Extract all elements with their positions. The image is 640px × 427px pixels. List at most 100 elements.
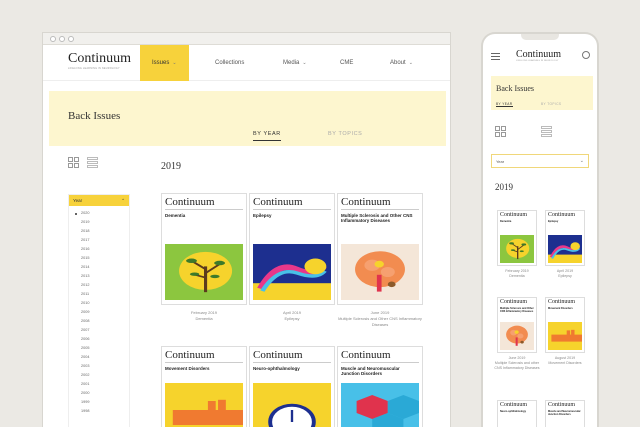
nav-item-issues[interactable]: Issues ⌄ [140, 45, 189, 81]
year-filter: Year ⌃ 2020 2019 2018 2017 2016 2015 2014 2013 2… [68, 194, 130, 427]
mobile-issue-caption[interactable]: August 2019 Movement Disorders [541, 356, 589, 366]
mobile-device: Continuum Lifelong Learning in Neurology… [481, 32, 599, 427]
grid-view-icon[interactable] [495, 126, 506, 137]
year-option[interactable]: 2000 [81, 389, 129, 398]
issue-caption[interactable]: June 2019 Multiple Sclerosis and Other CN… [337, 310, 423, 328]
year-option[interactable]: 2020 [75, 209, 129, 218]
year-option[interactable]: 2019 [81, 218, 129, 227]
year-option[interactable]: 2004 [81, 353, 129, 362]
year-option[interactable]: 2010 [81, 299, 129, 308]
page-banner: Back Issues [49, 91, 446, 146]
year-option[interactable]: 2008 [81, 317, 129, 326]
year-option[interactable]: 2016 [81, 245, 129, 254]
year-option[interactable]: 2011 [81, 290, 129, 299]
cover-art-illustration [548, 235, 582, 263]
issue-cover[interactable]: Continuum Epilepsy [249, 193, 335, 305]
cover-title: Muscle and Neuromuscular Junction Disord… [548, 410, 581, 416]
nav-label: Collections [215, 60, 245, 66]
issue-cover[interactable]: Continuum Neuro-ophthalmology [249, 346, 335, 427]
year-option[interactable]: 2012 [81, 281, 129, 290]
window-dot-icon[interactable] [68, 35, 74, 42]
cover-art [548, 235, 582, 263]
year-option[interactable]: 1999 [81, 398, 129, 407]
year-option[interactable]: 2018 [81, 227, 129, 236]
cover-art-illustration [548, 322, 582, 350]
chevron-up-icon: ⌃ [121, 197, 125, 203]
window-dot-icon[interactable] [59, 35, 65, 42]
mobile-issue-cover[interactable]: Continuum Neuro-ophthalmology [497, 400, 537, 427]
nav-item-media[interactable]: Media ⌄ [283, 45, 307, 81]
chevron-down-icon: ⌄ [408, 60, 413, 66]
issue-caption[interactable]: April 2019 Epilepsy [249, 310, 335, 322]
cover-brand: Continuum [253, 349, 303, 361]
mobile-issue-caption[interactable]: June 2019 Multiple Sclerosis and other CN… [493, 356, 541, 371]
year-option[interactable]: 2002 [81, 371, 129, 380]
mobile-tab-by-year[interactable]: By Year [496, 102, 513, 107]
hamburger-menu-icon[interactable] [491, 53, 500, 60]
year-option[interactable]: 2005 [81, 344, 129, 353]
nav-item-collections[interactable]: Collections [215, 45, 244, 81]
issue-cover[interactable]: Continuum Dementia [161, 193, 247, 305]
cover-title: Movement Disorders [165, 366, 210, 371]
tab-by-topics[interactable]: By Topics [328, 131, 362, 137]
issue-caption[interactable]: February 2019 Dementia [161, 310, 247, 322]
issue-topic: Movement Disorders [548, 361, 582, 365]
nav-label: Media [283, 60, 300, 66]
cover-divider [165, 362, 243, 363]
mobile-issue-cover[interactable]: Continuum Dementia [497, 210, 537, 266]
cover-art [165, 383, 243, 427]
mobile-issue-cover[interactable]: Continuum Movement Disorders [545, 297, 585, 353]
nav-label: Issues [152, 60, 170, 66]
mobile-nav: Continuum Lifelong Learning in Neurology [483, 46, 597, 66]
issue-cover[interactable]: Continuum Movement Disorders [161, 346, 247, 427]
mobile-tab-by-topics[interactable]: By Topics [541, 102, 561, 106]
cover-brand: Continuum [548, 299, 576, 305]
mobile-issue-caption[interactable]: April 2019 Epilepsy [541, 269, 589, 279]
mobile-issue-caption[interactable]: February 2019 Dementia [493, 269, 541, 279]
year-option[interactable]: 2015 [81, 254, 129, 263]
year-option[interactable]: 2014 [81, 263, 129, 272]
search-icon[interactable] [582, 51, 590, 59]
year-option[interactable]: 2003 [81, 362, 129, 371]
list-view-icon[interactable] [87, 157, 98, 168]
cover-brand: Continuum [253, 196, 303, 208]
cover-brand: Continuum [500, 299, 528, 305]
cover-title: Multiple Sclerosis and Other CNS Inflamm… [341, 213, 413, 223]
year-select[interactable]: Year ⌄ [491, 154, 589, 168]
cover-title: Epilepsy [253, 213, 272, 218]
grid-view-icon[interactable] [68, 157, 79, 168]
chevron-down-icon: ⌄ [302, 60, 307, 66]
year-select-value: Year [496, 159, 505, 164]
year-option[interactable]: 2017 [81, 236, 129, 245]
mobile-brand-logo[interactable]: Continuum Lifelong Learning in Neurology [516, 49, 561, 62]
list-view-icon[interactable] [541, 126, 552, 137]
year-option[interactable]: 2007 [81, 326, 129, 335]
mobile-issue-cover[interactable]: Continuum Muscle and Neuromuscular Junct… [545, 400, 585, 427]
year-option[interactable]: 2001 [81, 380, 129, 389]
cover-title: Dementia [165, 213, 186, 218]
cover-title: Epilepsy [548, 220, 559, 223]
issue-cover[interactable]: Continuum Muscle and Neuromuscular Junct… [337, 346, 423, 427]
year-filter-header[interactable]: Year ⌃ [69, 195, 129, 206]
year-option[interactable]: 2013 [81, 272, 129, 281]
mobile-issue-cover[interactable]: Continuum Multiple Sclerosis and Other C… [497, 297, 537, 353]
issue-topic: Epilepsy [284, 316, 300, 321]
year-option[interactable]: 2009 [81, 308, 129, 317]
desktop-window: Continuum Lifelong Learning in Neurology… [42, 32, 451, 427]
nav-item-about[interactable]: About ⌄ [390, 45, 413, 81]
brand-title: Continuum [68, 51, 132, 66]
brand-logo[interactable]: Continuum Lifelong Learning in Neurology [68, 51, 132, 71]
year-option[interactable]: 2006 [81, 335, 129, 344]
mobile-page-banner: Back Issues By Year By Topics [491, 76, 593, 110]
year-filter-label: Year [73, 198, 83, 203]
nav-item-cme[interactable]: CME [340, 45, 353, 81]
cover-title: Neuro-ophthalmology [253, 366, 300, 371]
issue-cover[interactable]: Continuum Multiple Sclerosis and Other C… [337, 193, 423, 305]
tab-by-year[interactable]: By Year [253, 131, 281, 141]
cover-art [341, 383, 419, 427]
top-nav: Continuum Lifelong Learning in Neurology… [43, 45, 450, 81]
window-dot-icon[interactable] [50, 35, 56, 42]
mobile-issue-cover[interactable]: Continuum Epilepsy [545, 210, 585, 266]
year-option[interactable]: 1998 [81, 407, 129, 416]
cover-art-illustration [253, 383, 331, 427]
